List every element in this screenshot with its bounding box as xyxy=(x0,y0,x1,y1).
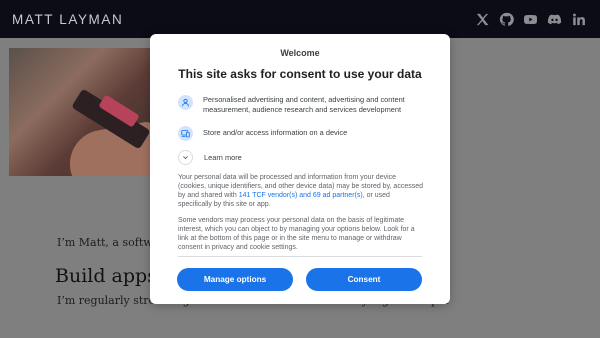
site-brand[interactable]: MATT LAYMAN xyxy=(12,12,123,27)
discord-icon[interactable] xyxy=(547,12,562,27)
purpose-label: Personalised advertising and content, ad… xyxy=(203,95,405,114)
purpose-personalised-ads: Personalised advertising and content, ad… xyxy=(178,95,431,114)
device-icon xyxy=(178,126,193,141)
dialog-headline: This site asks for consent to use your d… xyxy=(178,67,422,81)
dialog-welcome: Welcome xyxy=(280,48,320,58)
purpose-device-storage: Store and/or access information on a dev… xyxy=(178,126,431,141)
linkedin-icon[interactable] xyxy=(571,12,586,27)
vendors-link[interactable]: 141 TCF vendor(s) and 69 ad partner(s) xyxy=(239,192,363,199)
purpose-label: Store and/or access information on a dev… xyxy=(203,128,348,137)
site-header: MATT LAYMAN xyxy=(0,0,600,38)
hero-image xyxy=(9,48,151,176)
consent-button[interactable]: Consent xyxy=(306,268,422,291)
person-icon xyxy=(178,95,193,110)
learn-more-toggle[interactable]: Learn more xyxy=(178,150,242,165)
consent-description: Your personal data will be processed and… xyxy=(178,174,424,208)
chevron-down-icon xyxy=(178,150,193,165)
x-icon[interactable] xyxy=(475,12,490,27)
divider xyxy=(178,256,422,257)
github-icon[interactable] xyxy=(499,12,514,27)
youtube-icon[interactable] xyxy=(523,12,538,27)
manage-options-button[interactable]: Manage options xyxy=(177,268,293,291)
consent-dialog: Welcome This site asks for consent to us… xyxy=(150,34,450,304)
learn-more-label: Learn more xyxy=(204,153,242,162)
legitimate-interest-text: Some vendors may process your personal d… xyxy=(178,217,415,251)
social-links xyxy=(475,12,586,27)
